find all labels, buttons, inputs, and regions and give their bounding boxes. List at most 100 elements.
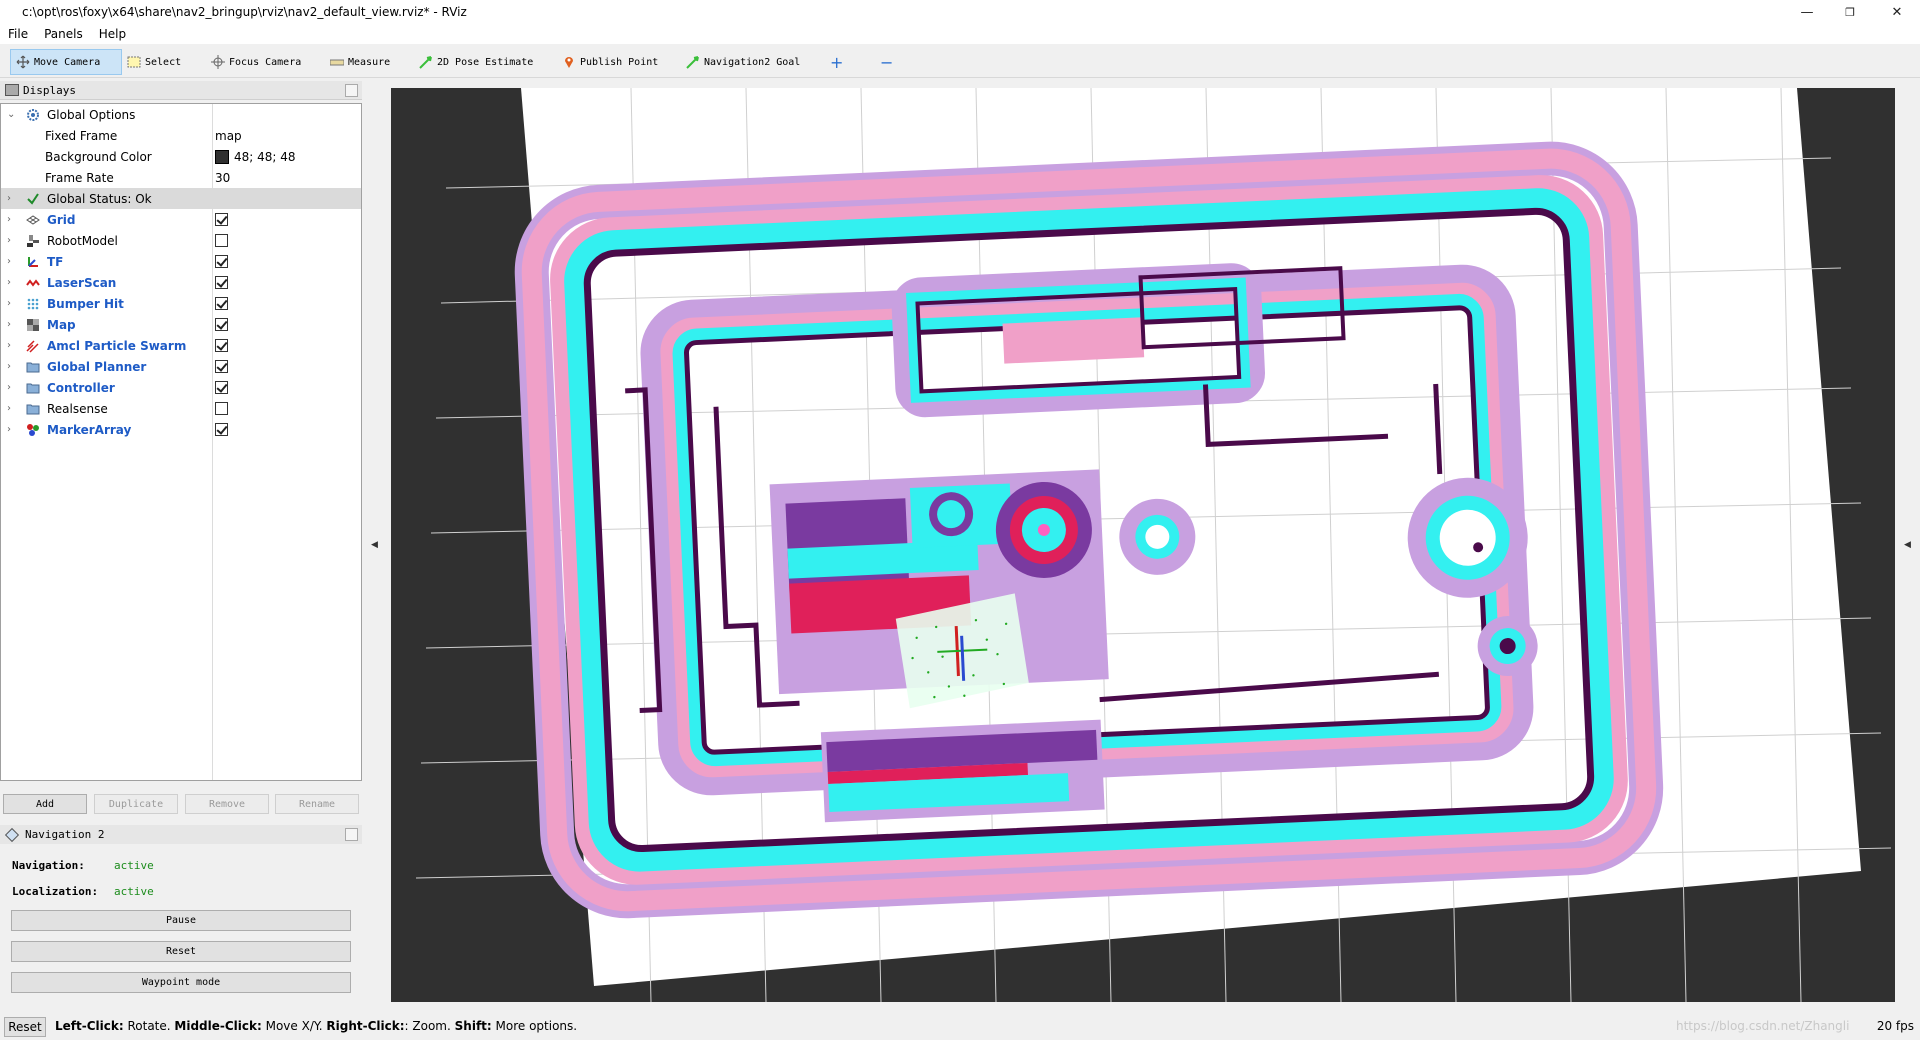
add-tool-button[interactable]: + [830, 49, 843, 75]
displays-panel: Displays ⌄ Global Options Fixed Frame ma… [0, 81, 362, 781]
robotmodel-checkbox[interactable] [215, 234, 228, 247]
rename-button[interactable]: Rename [275, 794, 359, 814]
monitor-icon [5, 84, 19, 96]
laserscan-checkbox[interactable] [215, 276, 228, 289]
expand-right-icon[interactable]: › [7, 298, 17, 309]
nav-reset-button[interactable]: Reset [11, 941, 351, 962]
markerarray-checkbox[interactable] [215, 423, 228, 436]
folder-icon [25, 401, 41, 417]
publish-point-tool[interactable]: Publish Point [561, 49, 658, 75]
minimize-button[interactable]: — [1784, 0, 1830, 24]
map-canvas[interactable] [391, 88, 1895, 1002]
pause-button[interactable]: Pause [11, 910, 351, 931]
maximize-button[interactable]: ❐ [1827, 0, 1873, 24]
tree-row-realsense[interactable]: › Realsense [1, 398, 361, 419]
expand-right-icon[interactable]: › [7, 319, 17, 330]
panel-close-button[interactable] [345, 84, 358, 97]
map-icon [25, 317, 41, 333]
expand-right-icon[interactable]: › [7, 214, 17, 225]
laserscan-label: LaserScan [47, 275, 117, 290]
tree-row-global-status[interactable]: › Global Status: Ok [1, 188, 361, 209]
expand-right-icon[interactable]: › [7, 424, 17, 435]
view-reset-button[interactable]: Reset [4, 1017, 46, 1037]
close-button[interactable]: ✕ [1874, 0, 1920, 24]
tree-row-grid[interactable]: › Grid [1, 209, 361, 230]
select-tool[interactable]: Select [126, 49, 181, 75]
frame-rate-value[interactable]: 30 [215, 171, 230, 185]
tree-row-tf[interactable]: › TF [1, 251, 361, 272]
background-color-label: Background Color [45, 149, 152, 164]
global-status-label: Global Status: Ok [47, 191, 152, 206]
tree-row-robotmodel[interactable]: › RobotModel [1, 230, 361, 251]
controller-checkbox[interactable] [215, 381, 228, 394]
navigation-status-value: active [114, 859, 154, 872]
localization-status-value: active [114, 885, 154, 898]
expand-right-icon[interactable]: › [7, 235, 17, 246]
amcl-particle-swarm-checkbox[interactable] [215, 339, 228, 352]
tree-row-frame-rate[interactable]: Frame Rate 30 [1, 167, 361, 188]
frame-rate-label: Frame Rate [45, 170, 114, 185]
expand-right-icon[interactable]: › [7, 382, 17, 393]
color-swatch [215, 149, 229, 164]
bumper-hit-checkbox[interactable] [215, 297, 228, 310]
tree-row-fixed-frame[interactable]: Fixed Frame map [1, 125, 361, 146]
remove-tool-button[interactable]: − [880, 49, 893, 75]
expand-right-icon[interactable]: › [7, 277, 17, 288]
tree-row-markerarray[interactable]: › MarkerArray [1, 419, 361, 440]
shift-desc: More options. [491, 1019, 578, 1033]
tf-label: TF [47, 254, 64, 269]
global-planner-label: Global Planner [47, 359, 147, 374]
tf-checkbox[interactable] [215, 255, 228, 268]
focus-camera-tool[interactable]: Focus Camera [210, 49, 301, 75]
tree-row-amcl-particle-swarm[interactable]: › Amcl Particle Swarm [1, 335, 361, 356]
menu-panels[interactable]: Panels [36, 27, 91, 41]
left-click-desc: Rotate. [123, 1019, 175, 1033]
pose-arrow-icon [418, 54, 434, 70]
toolbar: Move Camera Select Focus Camera Measure … [0, 46, 1920, 78]
tree-row-laserscan[interactable]: › LaserScan [1, 272, 361, 293]
background-color-value[interactable]: 48; 48; 48 [215, 149, 296, 164]
shift-key: Shift: [454, 1019, 492, 1033]
bumper-hit-label: Bumper Hit [47, 296, 124, 311]
panel-splitter[interactable]: ◀ [362, 81, 390, 1002]
realsense-checkbox[interactable] [215, 402, 228, 415]
render-3d-view[interactable] [391, 88, 1895, 1002]
expand-right-icon[interactable]: › [7, 403, 17, 414]
grid-checkbox[interactable] [215, 213, 228, 226]
expand-down-icon[interactable]: ⌄ [7, 109, 17, 120]
tf-icon [25, 254, 41, 270]
expand-right-icon[interactable]: › [7, 193, 17, 204]
tree-row-global-planner[interactable]: › Global Planner [1, 356, 361, 377]
right-panel-toggle[interactable]: ◀ [1897, 81, 1920, 1002]
global-planner-checkbox[interactable] [215, 360, 228, 373]
map-checkbox[interactable] [215, 318, 228, 331]
duplicate-button[interactable]: Duplicate [94, 794, 178, 814]
remove-button[interactable]: Remove [185, 794, 269, 814]
panel-close-button[interactable] [345, 828, 358, 841]
pose-estimate-tool[interactable]: 2D Pose Estimate [418, 49, 533, 75]
add-button[interactable]: Add [3, 794, 87, 814]
move-camera-icon [15, 54, 31, 70]
menu-help[interactable]: Help [91, 27, 134, 41]
tree-row-bumper-hit[interactable]: › Bumper Hit [1, 293, 361, 314]
tree-row-map[interactable]: › Map [1, 314, 361, 335]
waypoint-mode-button[interactable]: Waypoint mode [11, 972, 351, 993]
menu-file[interactable]: File [0, 27, 36, 41]
tree-row-global-options[interactable]: ⌄ Global Options [1, 104, 361, 125]
collapse-right-icon[interactable]: ◀ [1904, 540, 1911, 550]
fixed-frame-value[interactable]: map [215, 129, 242, 143]
tree-row-controller[interactable]: › Controller [1, 377, 361, 398]
measure-tool[interactable]: Measure [329, 49, 390, 75]
map-label: Map [47, 317, 76, 332]
nav-goal-tool[interactable]: Navigation2 Goal [685, 49, 800, 75]
tree-row-background-color[interactable]: Background Color 48; 48; 48 [1, 146, 361, 167]
particle-swarm-icon [25, 338, 41, 354]
navigation2-header: Navigation 2 [0, 825, 362, 844]
move-camera-tool[interactable]: Move Camera [10, 49, 122, 75]
expand-right-icon[interactable]: › [7, 256, 17, 267]
expand-right-icon[interactable]: › [7, 340, 17, 351]
focus-camera-label: Focus Camera [229, 56, 302, 68]
expand-right-icon[interactable]: › [7, 361, 17, 372]
collapse-left-icon[interactable]: ◀ [371, 540, 378, 550]
fixed-frame-label: Fixed Frame [45, 128, 118, 143]
